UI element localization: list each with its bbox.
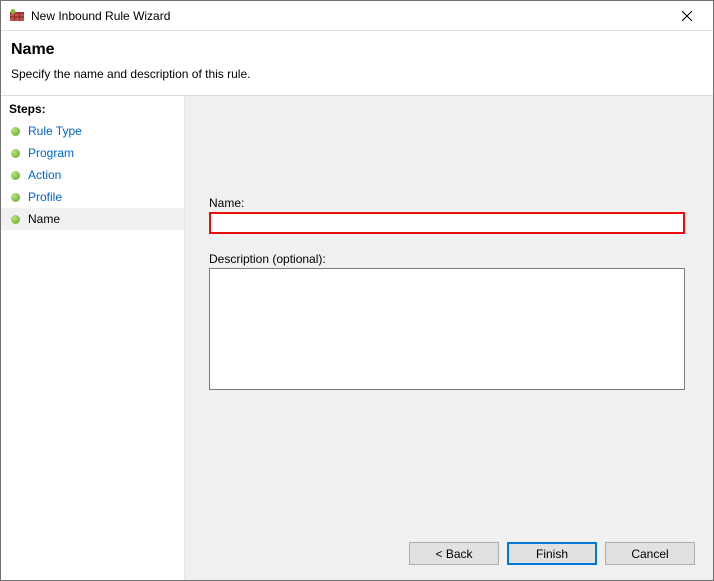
finish-button[interactable]: Finish <box>507 542 597 565</box>
description-textarea[interactable] <box>209 268 685 390</box>
page-subtitle: Specify the name and description of this… <box>11 67 703 81</box>
close-button[interactable] <box>665 2 709 30</box>
steps-header: Steps: <box>1 102 184 120</box>
steps-sidebar: Steps: Rule Type Program Action Profile … <box>1 96 185 580</box>
step-dot-icon <box>11 149 20 158</box>
firewall-icon <box>9 8 25 24</box>
step-label: Profile <box>28 190 62 204</box>
back-button[interactable]: < Back <box>409 542 499 565</box>
step-dot-icon <box>11 193 20 202</box>
wizard-window: New Inbound Rule Wizard Name Specify the… <box>0 0 714 581</box>
titlebar: New Inbound Rule Wizard <box>1 1 713 31</box>
step-dot-icon <box>11 171 20 180</box>
step-label: Action <box>28 168 61 182</box>
main-panel: Name: Description (optional): < Back Fin… <box>185 96 713 580</box>
wizard-body: Steps: Rule Type Program Action Profile … <box>1 96 713 580</box>
step-profile[interactable]: Profile <box>1 186 184 208</box>
step-name[interactable]: Name <box>1 208 184 230</box>
name-label: Name: <box>209 196 685 210</box>
step-rule-type[interactable]: Rule Type <box>1 120 184 142</box>
close-icon <box>682 11 692 21</box>
step-label: Program <box>28 146 74 160</box>
description-label: Description (optional): <box>209 252 685 266</box>
step-dot-icon <box>11 215 20 224</box>
step-action[interactable]: Action <box>1 164 184 186</box>
step-dot-icon <box>11 127 20 136</box>
step-program[interactable]: Program <box>1 142 184 164</box>
step-label: Name <box>28 212 60 226</box>
name-input[interactable] <box>211 214 683 232</box>
button-row: < Back Finish Cancel <box>409 542 695 565</box>
page-title: Name <box>11 41 703 59</box>
window-title: New Inbound Rule Wizard <box>31 9 665 23</box>
wizard-header: Name Specify the name and description of… <box>1 31 713 96</box>
cancel-button[interactable]: Cancel <box>605 542 695 565</box>
step-label: Rule Type <box>28 124 82 138</box>
name-input-highlight <box>209 212 685 234</box>
